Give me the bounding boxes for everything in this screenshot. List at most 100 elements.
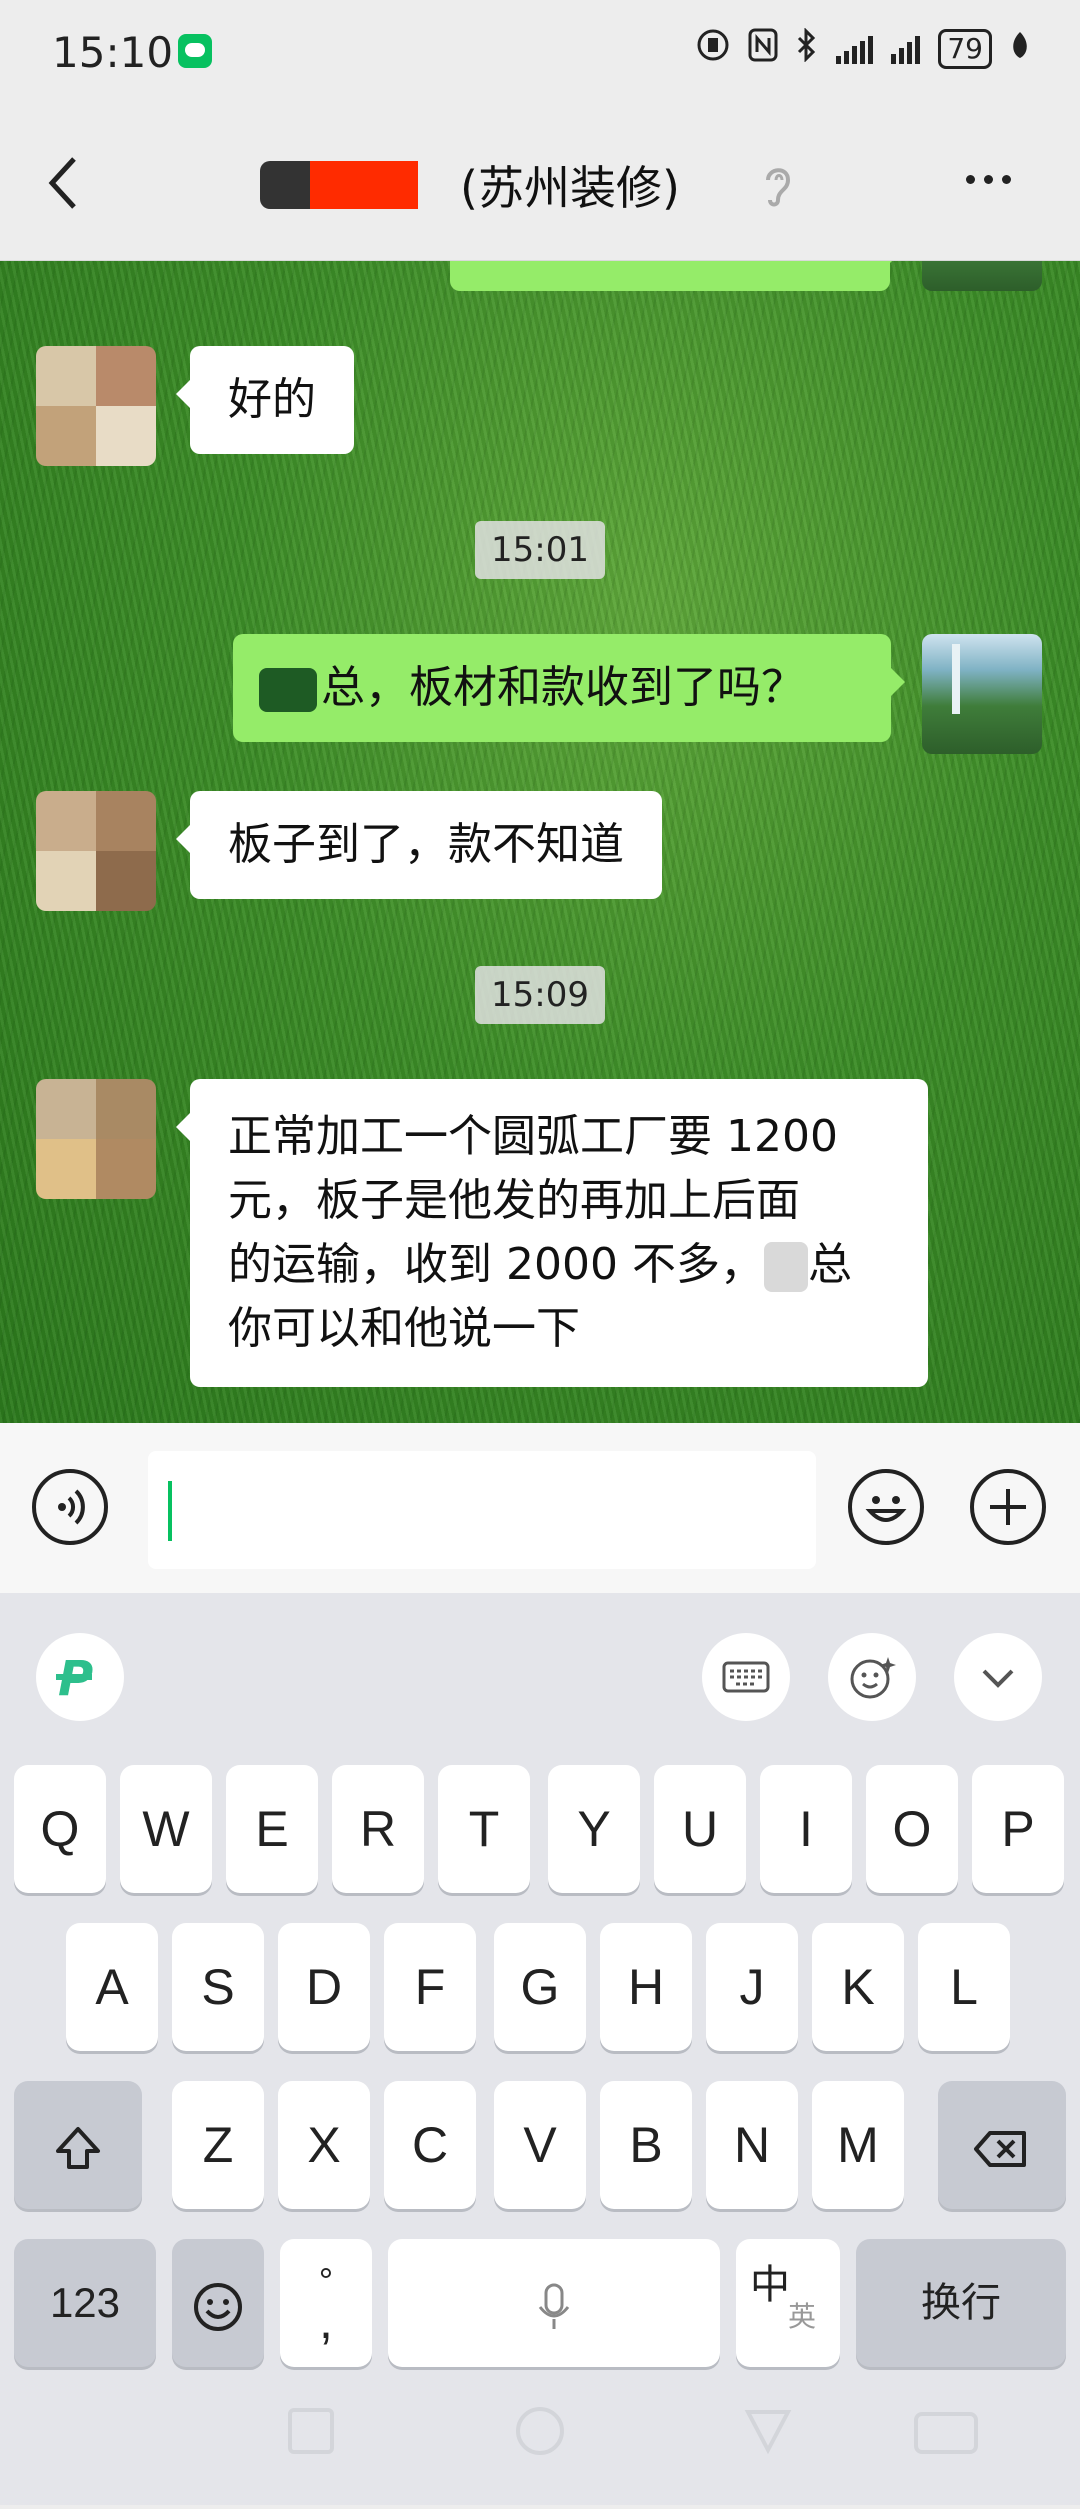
battery-indicator: 79 [938, 29, 992, 69]
backspace-icon [974, 2130, 1026, 2167]
contact-avatar[interactable] [36, 346, 156, 466]
message-bubble-received[interactable]: 好的 [176, 346, 354, 454]
key-w[interactable]: W [120, 1765, 212, 1893]
my-avatar[interactable] [922, 634, 1042, 754]
plus-icon [990, 1489, 1026, 1525]
key-r[interactable]: R [332, 1765, 424, 1893]
message-timestamp: 15:01 [475, 521, 605, 579]
punct-bottom: , [319, 2293, 333, 2349]
message-text: 总，板材和款收到了吗？ [321, 662, 805, 713]
status-bar: 15:10 79 [0, 0, 1080, 100]
key-l[interactable]: L [918, 1923, 1010, 2051]
text-caret [168, 1481, 172, 1541]
redacted-text [259, 668, 317, 712]
message-text-line: 元，板子是他发的再加上后面 [228, 1175, 800, 1226]
back-button[interactable] [44, 155, 84, 209]
redacted-text [763, 1242, 808, 1292]
key-j[interactable]: J [706, 1923, 798, 2051]
message-text-line: 你可以和他说一下 [228, 1303, 580, 1354]
message-input[interactable] [148, 1451, 816, 1569]
numbers-key[interactable]: 123 [14, 2239, 156, 2367]
message-bubble-sent[interactable]: 总，板材和款收到了吗？ [233, 634, 905, 742]
punctuation-key[interactable]: ° , [280, 2239, 372, 2367]
chat-input-bar [0, 1423, 1080, 1593]
emoji-button[interactable] [848, 1469, 924, 1545]
key-m[interactable]: M [812, 2081, 904, 2209]
key-q[interactable]: Q [14, 1765, 106, 1893]
key-y[interactable]: Y [548, 1765, 640, 1893]
shift-key[interactable] [14, 2081, 142, 2209]
keyboard-logo-button[interactable]: P [36, 1633, 124, 1721]
key-u[interactable]: U [654, 1765, 746, 1893]
key-a[interactable]: A [66, 1923, 158, 2051]
message-timestamp: 15:09 [475, 966, 605, 1024]
system-navigation-bar [0, 2360, 1080, 2505]
status-icons: 79 [696, 27, 1030, 70]
key-i[interactable]: I [760, 1765, 852, 1893]
chat-title: (苏州装修) [260, 152, 680, 218]
hd-icon [696, 28, 730, 70]
redacted-name [260, 161, 310, 209]
enter-key[interactable]: 换行 [856, 2239, 1066, 2367]
key-s[interactable]: S [172, 1923, 264, 2051]
redacted-name-overlay [310, 161, 418, 209]
key-p[interactable]: P [972, 1765, 1064, 1893]
message-bubble-sent-partial[interactable] [450, 261, 904, 291]
status-time: 15:10 [52, 28, 174, 77]
nav-buttons-icon [288, 2407, 978, 2455]
signal-icon [836, 34, 874, 64]
key-z[interactable]: Z [172, 2081, 264, 2209]
emoji-suggest-button[interactable] [828, 1633, 916, 1721]
voice-icon [58, 1489, 85, 1525]
soft-keyboard: P Q W E R T Y U I O P A S D F G H J K L … [0, 1593, 1080, 2505]
keyboard-icon [722, 1661, 770, 1693]
key-h[interactable]: H [600, 1923, 692, 2051]
key-o[interactable]: O [866, 1765, 958, 1893]
key-e[interactable]: E [226, 1765, 318, 1893]
punct-top: ° [318, 2260, 334, 2301]
shift-icon [56, 2126, 100, 2169]
backspace-key[interactable] [938, 2081, 1066, 2209]
key-g[interactable]: G [494, 1923, 586, 2051]
key-k[interactable]: K [812, 1923, 904, 2051]
contact-avatar[interactable] [36, 791, 156, 911]
signal-icon-2 [891, 34, 921, 64]
voice-input-button[interactable] [32, 1469, 108, 1545]
face-sparkle-icon [850, 1657, 896, 1699]
keyboard-layout-button[interactable] [702, 1633, 790, 1721]
smiley-icon [865, 1496, 907, 1522]
collapse-keyboard-button[interactable] [954, 1633, 1042, 1721]
key-c[interactable]: C [384, 2081, 476, 2209]
message-bubble-received[interactable]: 板子到了，款不知道 [176, 791, 662, 899]
message-text: 好的 [228, 374, 316, 425]
chat-title-text: (苏州装修) [460, 161, 680, 215]
earpiece-mode-icon [760, 162, 796, 208]
message-text: 板子到了，款不知道 [228, 819, 624, 870]
chevron-left-icon [48, 157, 76, 209]
chat-header: (苏州装修) [0, 100, 1080, 261]
chat-message-list[interactable]: 好的 15:01 总，板材和款收到了吗？ 板子到了，款不知道 15:09 正常加… [0, 261, 1080, 1423]
language-switch-key[interactable]: 中 英 [736, 2239, 840, 2367]
key-t[interactable]: T [438, 1765, 530, 1893]
leaf-icon [1010, 30, 1030, 68]
message-text-line: 正常加工一个圆弧工厂要 1200 [228, 1111, 838, 1162]
chevron-down-icon [982, 1669, 1014, 1688]
message-text-line: 的运输，收到 2000 不多，总 [228, 1239, 852, 1292]
key-b[interactable]: B [600, 2081, 692, 2209]
key-d[interactable]: D [278, 1923, 370, 2051]
more-functions-button[interactable] [970, 1469, 1046, 1545]
more-options-button[interactable] [966, 175, 1011, 184]
key-f[interactable]: F [384, 1923, 476, 2051]
bluetooth-icon [796, 27, 818, 70]
key-x[interactable]: X [278, 2081, 370, 2209]
space-key[interactable] [388, 2239, 720, 2367]
wechat-notification-icon [178, 34, 212, 68]
my-avatar[interactable] [922, 261, 1042, 291]
emoji-key[interactable] [172, 2239, 264, 2367]
nfc-icon [748, 28, 778, 70]
key-v[interactable]: V [494, 2081, 586, 2209]
message-bubble-received[interactable]: 正常加工一个圆弧工厂要 1200 元，板子是他发的再加上后面 的运输，收到 20… [176, 1079, 928, 1387]
lang-main: 中 [750, 2262, 790, 2308]
key-n[interactable]: N [706, 2081, 798, 2209]
contact-avatar[interactable] [36, 1079, 156, 1199]
